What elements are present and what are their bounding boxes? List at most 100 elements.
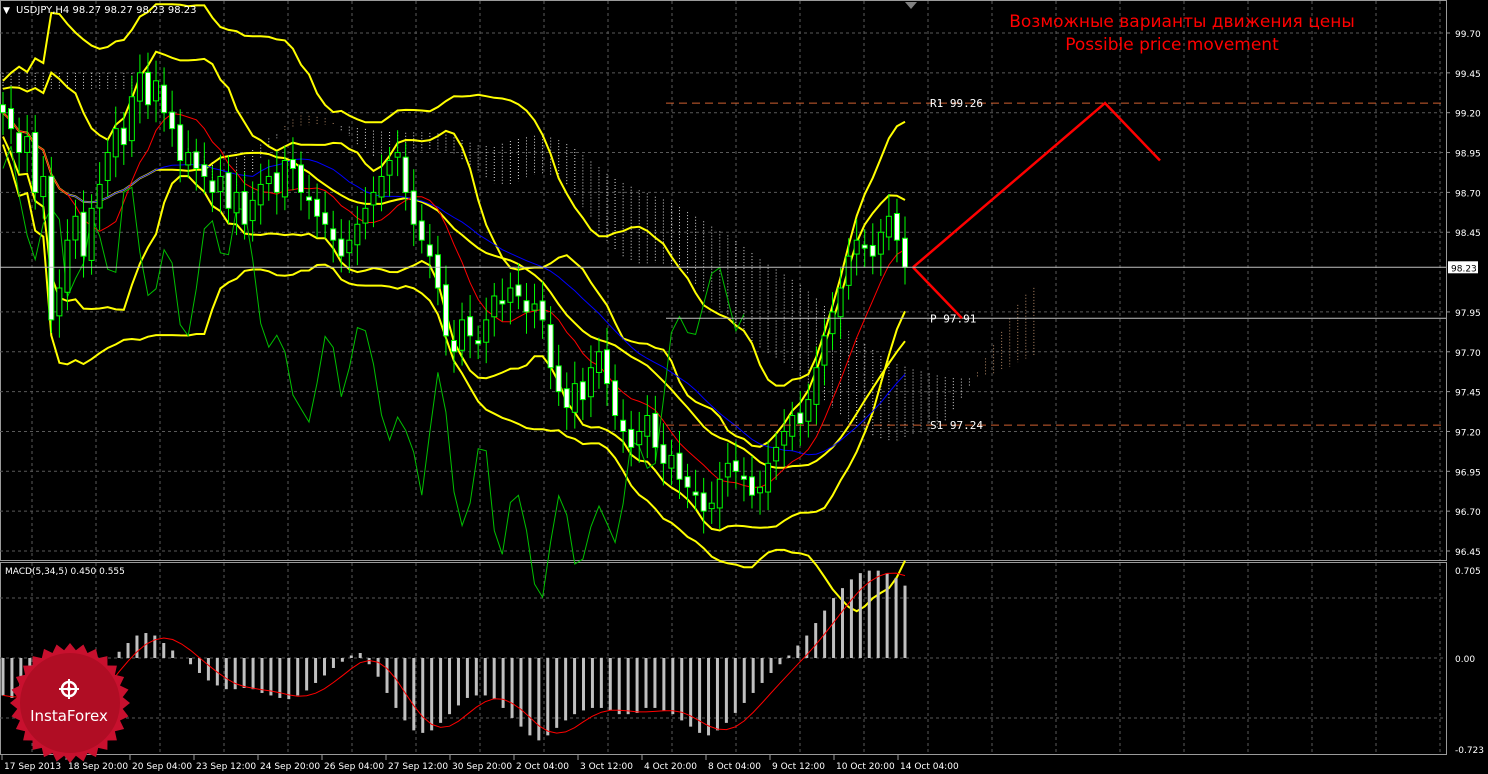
candle-body — [120, 127, 127, 146]
candle-body — [539, 300, 546, 321]
candle-body — [789, 415, 796, 437]
candle-body — [724, 462, 731, 478]
candle-body — [773, 446, 780, 462]
candle-body — [740, 475, 747, 480]
time-tick-label: 9 Oct 12:00 — [772, 762, 825, 772]
candle-body — [56, 287, 63, 317]
candle-body — [459, 319, 466, 351]
candle-body — [241, 191, 248, 225]
price-tick-label: 99.45 — [1455, 70, 1481, 80]
candle-body — [8, 108, 15, 130]
candle-body — [644, 415, 651, 437]
candle-body — [104, 152, 111, 181]
candle-body — [547, 324, 554, 369]
time-tick-label: 27 Sep 12:00 — [388, 762, 448, 772]
macd-label: MACD(5,34,5) 0.450 0.555 — [5, 567, 125, 577]
chart-title-marker[interactable]: ▼ — [3, 6, 10, 16]
macd-tick-label: 0.705 — [1455, 567, 1481, 577]
candle-body — [829, 311, 836, 335]
candle-body — [330, 228, 337, 241]
time-tick-label: 26 Sep 04:00 — [324, 762, 384, 772]
candle-body — [595, 351, 602, 373]
candle-body — [571, 383, 578, 413]
candle-body — [628, 428, 635, 448]
usdjpy-chart: R1 99.26 P 97.91 S1 97.24 99.70 99.45 99.20 9… — [0, 0, 1488, 774]
candle-body — [370, 191, 377, 206]
price-tick-label: 99.70 — [1455, 30, 1481, 40]
candle-body — [64, 239, 71, 293]
candle-body — [249, 199, 256, 222]
time-tick-label: 10 Oct 20:00 — [836, 762, 895, 772]
candle-body — [289, 159, 296, 169]
price-tick-label: 97.45 — [1455, 389, 1481, 399]
candle-body — [781, 430, 788, 446]
candle-body — [306, 196, 313, 201]
price-tick-label: 97.95 — [1455, 309, 1481, 319]
logo-text: InstaForex — [30, 707, 108, 725]
candle-body — [700, 492, 707, 512]
price-tick-label: 98.45 — [1455, 229, 1481, 239]
candle-body — [483, 319, 490, 343]
candle-body — [797, 412, 804, 424]
candle-body — [660, 444, 667, 464]
candle-body — [531, 303, 538, 311]
candle-body — [837, 287, 844, 318]
candle-body — [636, 430, 643, 446]
chart-title: USDJPY,H4 98.27 98.27 98.23 98.23 — [16, 5, 197, 16]
candle-body — [16, 132, 23, 154]
candle-body — [869, 244, 876, 257]
price-tick-label: 96.70 — [1455, 508, 1481, 518]
candle-body — [853, 239, 860, 255]
candle-body — [563, 388, 570, 409]
candle-body — [112, 128, 119, 158]
candle-body — [748, 476, 755, 496]
candle-body — [676, 452, 683, 480]
candle-body — [402, 156, 409, 193]
time-tick-label: 8 Oct 04:00 — [708, 762, 761, 772]
macd-tick-label: 0.00 — [1455, 655, 1475, 665]
candle-body — [491, 295, 498, 318]
current-price-label: 98.23 — [1451, 264, 1477, 274]
candle-body — [136, 72, 143, 102]
candle-body — [499, 300, 506, 305]
candle-body — [821, 335, 828, 366]
candle-body — [378, 175, 385, 198]
candle-body — [692, 491, 699, 496]
annotation-ru: Возможные варианты движения цены — [1009, 12, 1355, 32]
level-label-s1: S1 97.24 — [930, 419, 983, 432]
candle-body — [515, 284, 522, 297]
time-tick-label: 14 Oct 04:00 — [900, 762, 959, 772]
candle-body — [394, 152, 401, 158]
candle-body — [281, 160, 288, 198]
candle-body — [217, 175, 224, 193]
candle-body — [153, 80, 160, 102]
time-tick-label: 4 Oct 20:00 — [644, 762, 697, 772]
candle-body — [845, 255, 852, 286]
candle-body — [475, 340, 482, 345]
level-label-r1: R1 99.26 — [930, 97, 983, 110]
candle-body — [732, 460, 739, 472]
time-tick-label: 30 Sep 20:00 — [452, 762, 512, 772]
candle-body — [434, 254, 441, 289]
level-label-p: P 97.91 — [930, 312, 976, 325]
candle-body — [426, 244, 433, 257]
candle-body — [757, 486, 764, 494]
candle-body — [233, 191, 240, 214]
time-tick-label: 2 Oct 04:00 — [516, 762, 569, 772]
candle-body — [451, 340, 457, 353]
candle-body — [523, 300, 530, 313]
candle-body — [507, 287, 514, 303]
candle-body — [209, 180, 216, 193]
candle-body — [338, 238, 345, 257]
candle-body — [72, 215, 79, 241]
time-tick-label: 3 Oct 12:00 — [580, 762, 633, 772]
candle-body — [620, 419, 627, 432]
price-tick-label: 96.95 — [1455, 468, 1481, 478]
candle-body — [144, 71, 151, 106]
price-tick-label: 99.20 — [1455, 110, 1481, 120]
candle-body — [0, 104, 6, 114]
candle-body — [885, 215, 892, 238]
time-tick-label: 23 Sep 12:00 — [196, 762, 256, 772]
candle-body — [813, 367, 820, 405]
candle-body — [410, 190, 417, 225]
